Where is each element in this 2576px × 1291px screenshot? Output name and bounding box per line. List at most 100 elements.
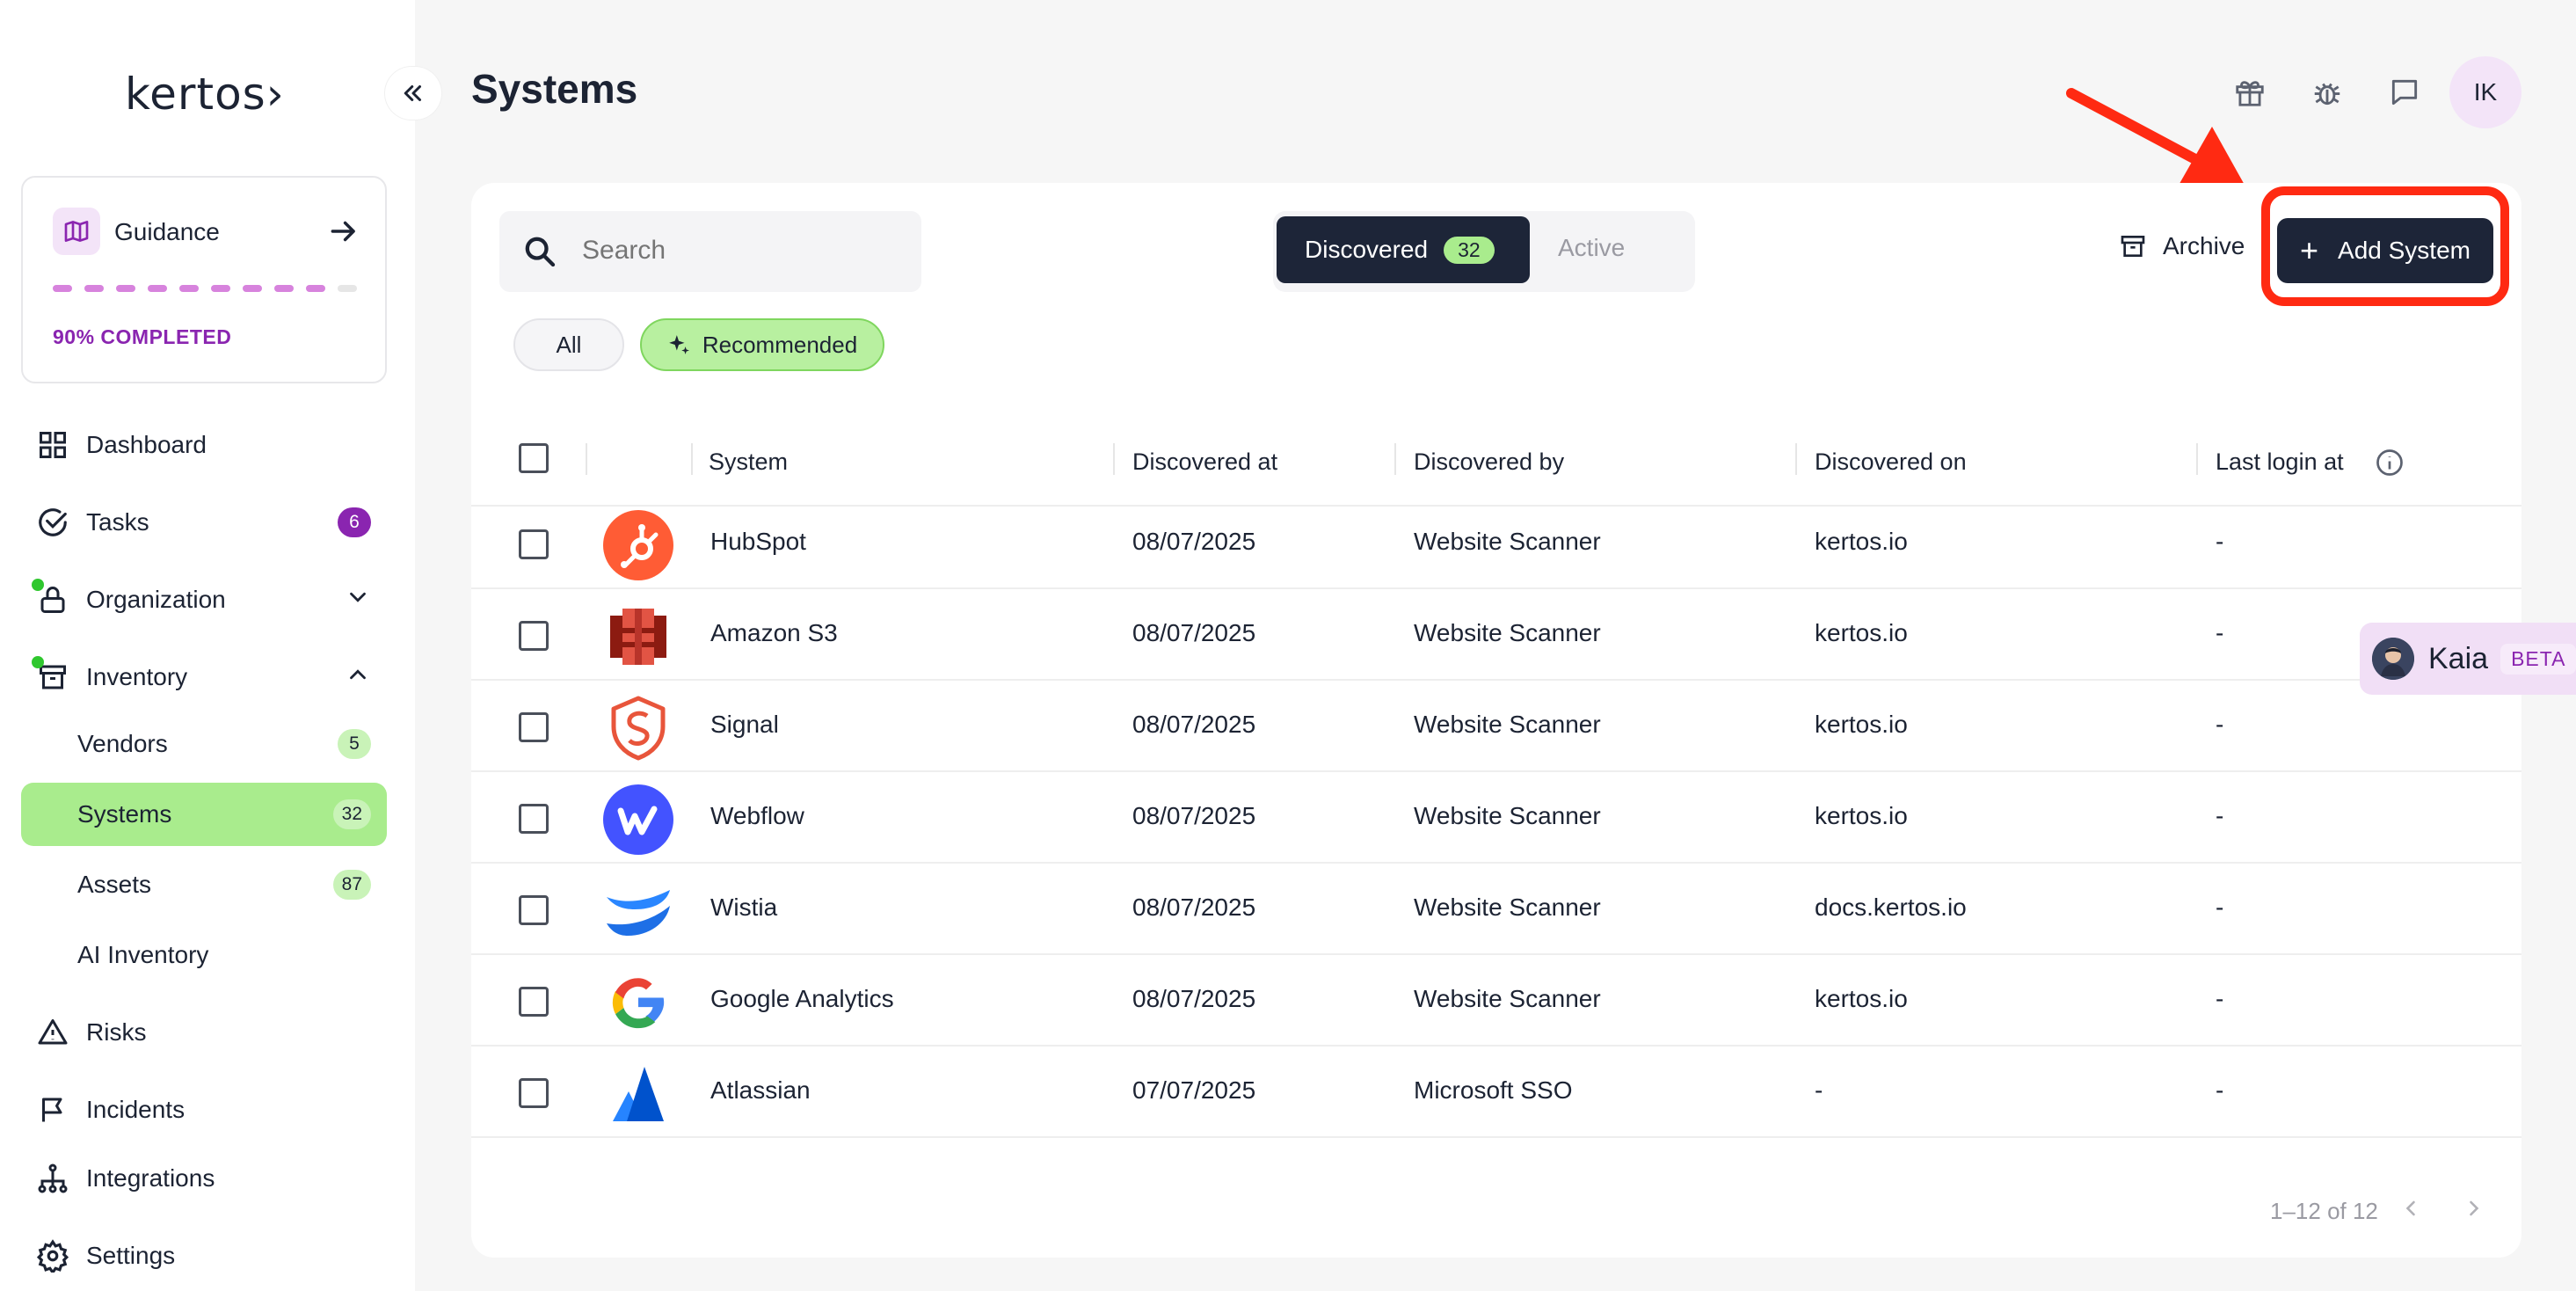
sidebar-item-label: Vendors [77, 730, 168, 757]
table-row[interactable]: Webflow 08/07/2025 Website Scanner kerto… [471, 772, 2521, 864]
system-name[interactable]: Atlassian [710, 1076, 811, 1105]
discovered-by: Website Scanner [1414, 985, 1601, 1012]
discovered-at: 08/07/2025 [1132, 985, 1256, 1012]
discovered-on: kertos.io [1815, 619, 1908, 646]
archive-label: Archive [2163, 232, 2245, 259]
archive-box-icon [32, 656, 70, 695]
table-row[interactable]: Wistia 08/07/2025 Website Scanner docs.k… [471, 864, 2521, 955]
chevron-right-icon[interactable] [2456, 1191, 2492, 1226]
search-input[interactable] [582, 236, 899, 266]
row-checkbox[interactable] [519, 987, 549, 1017]
sidebar-item-assets[interactable]: Assets 87 [21, 853, 387, 916]
tab-active[interactable]: Active [1558, 234, 1625, 262]
archive-button[interactable]: Archive [2119, 232, 2245, 260]
sidebar-item-settings[interactable]: Settings [21, 1224, 387, 1287]
search-box[interactable] [499, 211, 921, 292]
table-row[interactable]: Google Analytics 08/07/2025 Website Scan… [471, 955, 2521, 1047]
sidebar-item-label: AI Inventory [77, 941, 209, 968]
table-row[interactable]: Atlassian 07/07/2025 Microsoft SSO - - [471, 1047, 2521, 1138]
guidance-progress-bar [53, 285, 357, 292]
row-checkbox[interactable] [519, 712, 549, 742]
sidebar-item-ai-inventory[interactable]: AI Inventory [21, 923, 387, 987]
system-name[interactable]: Signal [710, 711, 779, 739]
table-row[interactable]: Amazon S3 08/07/2025 Website Scanner ker… [471, 589, 2521, 681]
check-circle-icon [35, 505, 70, 540]
last-login: - [2216, 1076, 2224, 1104]
webflow-logo-icon [603, 784, 673, 855]
discovered-by: Microsoft SSO [1414, 1076, 1573, 1104]
hubspot-logo-icon [603, 510, 673, 580]
tab-discovered[interactable]: Discovered 32 [1277, 216, 1530, 283]
system-name[interactable]: Amazon S3 [710, 619, 838, 647]
table-row[interactable]: Signal 08/07/2025 Website Scanner kertos… [471, 681, 2521, 772]
discovered-on: kertos.io [1815, 802, 1908, 829]
guidance-card[interactable]: Guidance 90% COMPLETED [21, 176, 387, 383]
network-icon [35, 1161, 70, 1196]
column-header-last-login-at[interactable]: Last login at [2216, 449, 2344, 476]
beta-badge: BETA [2500, 643, 2576, 675]
row-checkbox[interactable] [519, 1078, 549, 1108]
column-header-discovered-at[interactable]: Discovered at [1132, 449, 1277, 476]
row-checkbox[interactable] [519, 804, 549, 834]
discovered-on: kertos.io [1815, 985, 1908, 1012]
column-header-discovered-on[interactable]: Discovered on [1815, 449, 1967, 476]
table-row[interactable]: HubSpot 08/07/2025 Website Scanner kerto… [471, 498, 2521, 589]
column-divider [691, 443, 693, 475]
user-avatar[interactable]: IK [2449, 56, 2521, 128]
sidebar-item-systems[interactable]: Systems 32 [21, 783, 387, 846]
double-chevron-left-icon [404, 85, 421, 101]
last-login: - [2216, 802, 2224, 829]
sidebar-item-organization[interactable]: Organization [21, 568, 387, 631]
discovered-by: Website Scanner [1414, 711, 1601, 738]
guidance-label: Guidance [114, 218, 220, 245]
system-name[interactable]: Webflow [710, 802, 804, 830]
warning-icon [35, 1015, 70, 1050]
discovered-at: 08/07/2025 [1132, 528, 1256, 555]
flag-icon [35, 1092, 70, 1127]
discovered-on: kertos.io [1815, 711, 1908, 738]
collapse-sidebar-button[interactable] [385, 67, 441, 120]
chat-icon[interactable] [2383, 70, 2427, 114]
select-all-checkbox[interactable] [519, 443, 549, 473]
system-name[interactable]: Wistia [710, 893, 777, 922]
chevron-left-icon[interactable] [2393, 1191, 2428, 1226]
info-icon[interactable] [2374, 447, 2405, 483]
kaia-name: Kaia [2428, 641, 2489, 675]
sidebar-item-vendors[interactable]: Vendors 5 [21, 712, 387, 776]
sidebar-item-inventory[interactable]: Inventory [21, 646, 387, 709]
status-dot [32, 579, 44, 591]
system-name[interactable]: Google Analytics [710, 985, 894, 1013]
tab-discovered-label: Discovered [1305, 236, 1429, 263]
row-checkbox[interactable] [519, 621, 549, 651]
sidebar-item-label: Inventory [86, 663, 188, 690]
column-divider [586, 443, 587, 475]
annotation-highlight-box [2261, 186, 2509, 306]
kertos-logo[interactable]: kertos› [125, 69, 285, 120]
table-header: System Discovered at Discovered by Disco… [471, 420, 2521, 507]
atlassian-logo-icon [603, 1059, 673, 1129]
kaia-assistant-button[interactable]: Kaia BETA [2360, 623, 2576, 695]
last-login: - [2216, 619, 2224, 646]
filter-all-chip[interactable]: All [513, 318, 624, 371]
wistia-logo-icon [603, 876, 673, 946]
sidebar-item-tasks[interactable]: Tasks 6 [21, 491, 387, 554]
row-checkbox[interactable] [519, 895, 549, 925]
archive-icon [2119, 232, 2147, 260]
sidebar-item-dashboard[interactable]: Dashboard [21, 413, 387, 477]
row-checkbox[interactable] [519, 529, 549, 559]
column-header-discovered-by[interactable]: Discovered by [1414, 449, 1564, 476]
search-icon [522, 234, 557, 274]
kaia-avatar [2372, 638, 2414, 680]
sidebar-item-label: Incidents [86, 1096, 186, 1123]
chevron-up-icon [345, 661, 371, 694]
sidebar-item-integrations[interactable]: Integrations [21, 1147, 387, 1210]
filter-recommended-chip[interactable]: Recommended [640, 318, 884, 371]
column-header-system[interactable]: System [709, 449, 788, 476]
sidebar-item-risks[interactable]: Risks [21, 1001, 387, 1064]
bug-icon[interactable] [2305, 70, 2349, 114]
sidebar-item-incidents[interactable]: Incidents [21, 1078, 387, 1141]
sidebar: kertos› Guidance 90% COMPLETED Dashboard… [0, 0, 441, 1291]
system-name[interactable]: HubSpot [710, 528, 806, 556]
systems-count-badge: 32 [332, 799, 371, 829]
arrow-right-icon[interactable] [327, 215, 360, 252]
